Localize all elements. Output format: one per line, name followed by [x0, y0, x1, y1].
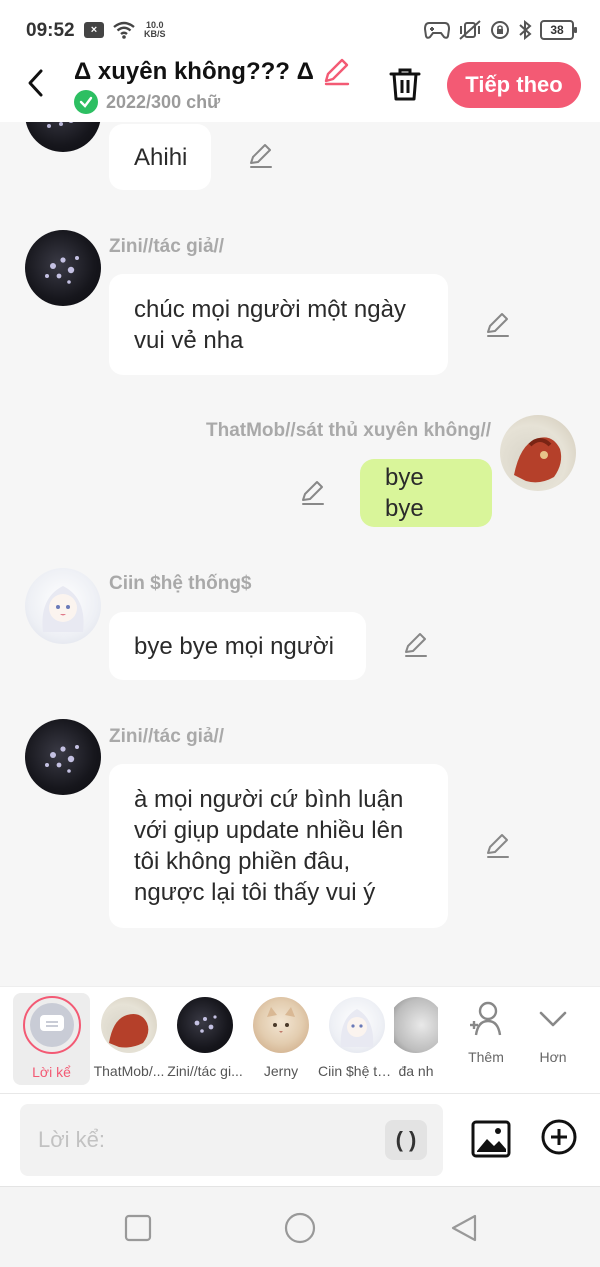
character-avatar	[101, 997, 157, 1053]
bluetooth-icon	[519, 20, 532, 40]
status-right-icons: 38	[424, 20, 577, 40]
check-icon	[74, 90, 98, 114]
chevron-down-icon	[539, 1011, 567, 1027]
character-label: Ciin $hệ th...	[318, 1063, 396, 1079]
net-speed: 10.0 KB/S	[144, 21, 166, 39]
avatar	[25, 122, 101, 152]
avatar	[25, 719, 101, 795]
character-narrator[interactable]: Lời kể	[13, 993, 90, 1085]
character-label: ThatMob/...	[93, 1063, 165, 1079]
edit-title-icon[interactable]	[320, 56, 352, 88]
status-time: 09:52	[26, 20, 75, 41]
battery-indicator: 38	[540, 20, 577, 40]
character-selector: Lời kể ThatMob/... Zini//tác gi... Jerny…	[0, 987, 600, 1093]
story-title: Δ xuyên không??? Δ	[74, 58, 314, 85]
home-icon[interactable]	[284, 1212, 316, 1244]
chat-area: Ahihi Zini//tác giả// chúc mọi người một…	[0, 122, 600, 986]
character-label: Zini//tác gi...	[167, 1063, 243, 1079]
character-avatar	[394, 997, 438, 1053]
narrator-avatar	[22, 996, 81, 1054]
avatar	[500, 415, 576, 491]
composer-panel: Lời kể ThatMob/... Zini//tác gi... Jerny…	[0, 986, 600, 1186]
back-nav-icon[interactable]	[449, 1213, 479, 1243]
character-ciin[interactable]: Ciin $hệ th...	[317, 993, 397, 1085]
header: Δ xuyên không??? Δ 2022/300 chữ Tiếp the…	[0, 58, 600, 122]
notification-x-icon: ×	[84, 22, 104, 38]
recent-apps-icon[interactable]	[123, 1213, 153, 1243]
image-icon[interactable]	[471, 1119, 511, 1159]
character-label: Jerny	[263, 1063, 299, 1079]
character-zini[interactable]: Zini//tác gi...	[165, 993, 245, 1085]
edit-message-icon[interactable]	[483, 311, 511, 339]
wifi-icon	[113, 21, 135, 39]
sender-name: Zini//tác giả//	[109, 236, 225, 257]
character-thatmob[interactable]: ThatMob/...	[89, 993, 169, 1085]
status-left-icons: × 10.0 KB/S	[84, 21, 166, 39]
message-input-box: ( )	[20, 1104, 443, 1176]
character-label: đa nh	[398, 1063, 434, 1079]
message-bubble[interactable]: Ahihi	[109, 124, 211, 190]
message-input[interactable]	[20, 1104, 380, 1176]
sender-name: ThatMob//sát thủ xuyên không//	[206, 420, 491, 441]
vibrate-mute-icon	[459, 20, 481, 40]
character-avatar	[253, 997, 309, 1053]
message-bubble[interactable]: bye bye	[360, 459, 492, 527]
add-person-icon	[470, 1001, 502, 1036]
message-bubble[interactable]: chúc mọi người một ngày vui vẻ nha	[109, 274, 448, 375]
edit-message-icon[interactable]	[483, 832, 511, 860]
sender-name: Zini//tác giả//	[109, 726, 225, 747]
rotation-lock-icon	[491, 21, 509, 39]
trash-icon[interactable]	[388, 66, 422, 102]
character-jerny[interactable]: Jerny	[241, 993, 321, 1085]
next-button[interactable]: Tiếp theo	[447, 62, 581, 108]
add-icon[interactable]	[540, 1118, 578, 1156]
status-bar: 09:52 × 10.0 KB/S 38	[0, 0, 600, 62]
message-bubble[interactable]: bye bye mọi người	[109, 612, 366, 680]
message-bubble[interactable]: à mọi người cứ bình luận với giụp update…	[109, 764, 448, 928]
word-count-row: 2022/300 chữ	[74, 90, 220, 114]
parenthesis-button[interactable]: ( )	[385, 1120, 427, 1160]
character-partial[interactable]: đa nh	[394, 993, 438, 1085]
more-label: Hơn	[539, 1049, 567, 1065]
avatar	[25, 230, 101, 306]
avatar	[25, 568, 101, 644]
edit-message-icon[interactable]	[401, 631, 429, 659]
add-character-label: Thêm	[468, 1049, 504, 1065]
character-avatar	[177, 997, 233, 1053]
speech-bubble-icon	[29, 1003, 74, 1047]
edit-message-icon[interactable]	[246, 142, 274, 170]
more-button[interactable]: Hơn	[523, 999, 583, 1065]
add-character-button[interactable]: Thêm	[456, 999, 516, 1065]
character-avatar	[329, 997, 385, 1053]
edit-message-icon[interactable]	[298, 479, 326, 507]
input-row: ( )	[0, 1093, 600, 1187]
gamepad-icon	[424, 22, 450, 39]
system-nav-bar	[0, 1186, 600, 1267]
word-count: 2022/300 chữ	[106, 91, 221, 112]
sender-name: Ciin $hệ thống$	[109, 573, 252, 594]
net-speed-unit: KB/S	[144, 29, 166, 39]
back-icon[interactable]	[22, 68, 52, 98]
character-label: Lời kể	[32, 1064, 71, 1080]
